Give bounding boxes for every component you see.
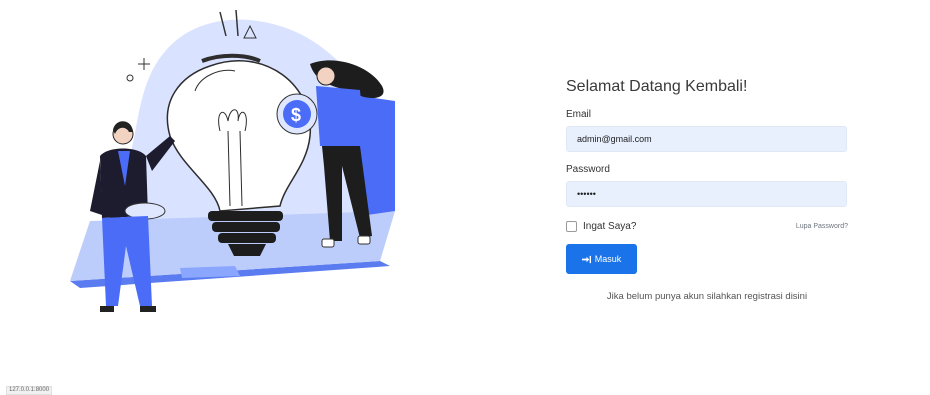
forgot-password-link[interactable]: Lupa Password? bbox=[796, 223, 848, 230]
login-button-label: Masuk bbox=[594, 254, 622, 264]
svg-text:$: $ bbox=[291, 105, 301, 125]
remember-checkbox[interactable] bbox=[566, 220, 577, 232]
remember-row: Ingat Saya? Lupa Password? bbox=[566, 218, 848, 234]
email-field[interactable] bbox=[566, 126, 847, 152]
email-label: Email bbox=[566, 109, 592, 120]
login-form: Selamat Datang Kembali! Email Password I… bbox=[566, 78, 848, 302]
password-field[interactable] bbox=[566, 181, 847, 207]
sparkle-icon bbox=[138, 58, 150, 70]
password-label: Password bbox=[566, 164, 610, 175]
login-button[interactable]: Masuk bbox=[566, 244, 637, 274]
page-title: Selamat Datang Kembali! bbox=[566, 78, 748, 95]
lightbulb-money-illustration: $ bbox=[70, 9, 395, 312]
sign-in-icon bbox=[581, 255, 591, 263]
remember-label: Ingat Saya? bbox=[583, 220, 637, 232]
remember-me-control[interactable]: Ingat Saya? bbox=[566, 220, 637, 232]
register-prompt[interactable]: Jika belum punya akun silahkan registras… bbox=[566, 291, 848, 302]
